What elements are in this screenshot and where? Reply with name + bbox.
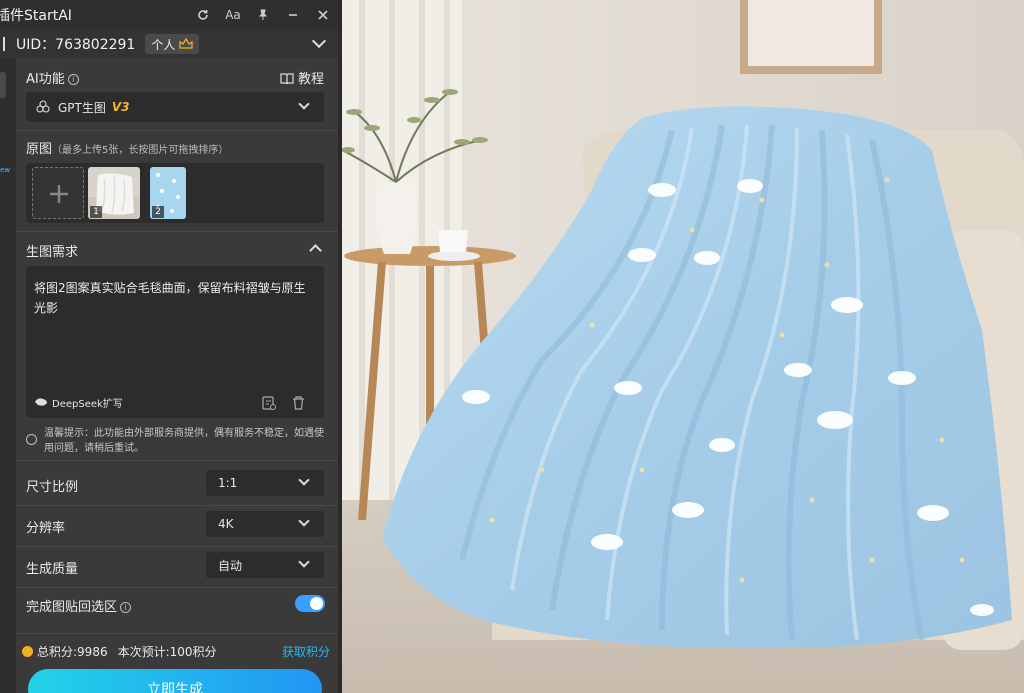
side-strip: ew — [0, 58, 16, 693]
source-image-thumb[interactable]: 1 — [88, 167, 140, 219]
pin-icon[interactable] — [248, 0, 278, 30]
source-images-area: 1 2 — [26, 163, 324, 223]
trash-icon[interactable] — [292, 396, 305, 410]
divider — [16, 460, 338, 461]
get-credits-link[interactable]: 获取积分 — [282, 643, 330, 660]
resolution-select[interactable]: 4K — [206, 511, 324, 537]
total-credits: 总积分:9986 — [37, 645, 108, 659]
chevron-down-icon — [298, 474, 310, 486]
side-tab-icon[interactable] — [0, 72, 6, 98]
panel-content: AI功能 i 教程 GPT生图 V3 原图（最多上传5张，长按图片可拖拽排序） 1 — [16, 58, 338, 693]
paste-back-toggle[interactable] — [295, 595, 325, 612]
estimated-credits: 本次预计:100积分 — [117, 645, 217, 659]
prompt-label: 生图需求 — [26, 245, 79, 260]
source-images-label: 原图（最多上传5张，长按图片可拖拽排序） — [26, 138, 228, 157]
uid-label: UID：763802291 — [16, 37, 136, 53]
font-size-button[interactable]: Aa — [218, 0, 248, 30]
close-icon[interactable] — [308, 0, 338, 30]
model-name: GPT生图 — [58, 100, 106, 115]
crown-icon — [179, 38, 193, 49]
info-icon[interactable]: i — [67, 74, 79, 85]
refresh-icon[interactable] — [188, 0, 218, 30]
divider — [16, 587, 338, 588]
account-bar: UID：763802291 个人 — [0, 30, 338, 58]
prompt-collapse-chevron-up-icon[interactable] — [309, 244, 322, 257]
quality-value: 自动 — [218, 558, 243, 573]
deepseek-expand-label: DeepSeek扩写 — [52, 398, 123, 410]
notice-text: 温馨提示：此功能由外部服务商提供，偶有服务不稳定，如遇使用问题，请稍后重试。 — [44, 428, 324, 454]
coin-icon — [22, 646, 33, 657]
resolution-value: 4K — [218, 517, 234, 531]
divider — [16, 546, 338, 547]
model-version: V3 — [111, 100, 130, 114]
source-images-hint: （最多上传5张，长按图片可拖拽排序） — [52, 145, 229, 156]
notice-info-icon — [26, 434, 37, 445]
history-icon[interactable] — [262, 396, 276, 410]
quality-select[interactable]: 自动 — [206, 552, 324, 578]
minimize-icon[interactable] — [278, 0, 308, 30]
divider — [16, 633, 338, 634]
info-icon[interactable]: i — [120, 602, 132, 613]
account-chevron-down-icon[interactable] — [311, 33, 327, 49]
whale-icon — [35, 398, 47, 406]
source-image-thumb[interactable]: 2 — [150, 167, 186, 219]
prompt-text: 将图2图案真实贴合毛毯曲面，保留布料褶皱与原生光影 — [34, 281, 306, 315]
paste-back-text: 完成图贴回选区 — [26, 600, 118, 615]
blanket-photo — [342, 0, 1024, 693]
toggle-knob — [310, 597, 323, 610]
model-select[interactable]: GPT生图 V3 — [26, 92, 324, 122]
divider — [16, 130, 338, 131]
tutorial-link[interactable]: 教程 — [280, 68, 324, 87]
aspect-ratio-select[interactable]: 1:1 — [206, 470, 324, 496]
deepseek-expand-button[interactable]: DeepSeek扩写 — [34, 393, 123, 411]
chevron-down-icon — [298, 515, 310, 527]
user-icon — [0, 37, 5, 51]
divider — [16, 505, 338, 506]
aspect-ratio-value: 1:1 — [218, 476, 238, 490]
quality-label: 生成质量 — [26, 562, 79, 577]
badge-label: 个人 — [151, 37, 176, 52]
prompt-textarea[interactable]: 将图2图案真实贴合毛毯曲面，保留布料褶皱与原生光影 DeepSeek扩写 — [26, 266, 324, 418]
canvas-image — [342, 0, 1024, 693]
book-icon — [280, 72, 294, 84]
tutorial-label: 教程 — [297, 72, 324, 87]
plugin-panel: 插件StartAI Aa UID：763802291 个人 ew AI功能i — [0, 0, 338, 693]
thumb-index: 2 — [152, 206, 164, 218]
plus-icon — [50, 185, 68, 203]
window-title: 插件StartAI — [0, 8, 72, 24]
thumb-index: 1 — [90, 206, 102, 218]
aspect-ratio-label: 尺寸比例 — [26, 480, 79, 495]
generate-button[interactable]: 立即生成 — [28, 669, 322, 693]
model-chevron-down-icon — [298, 98, 310, 110]
divider — [16, 231, 338, 232]
resolution-label: 分辨率 — [26, 521, 66, 536]
account-type-badge[interactable]: 个人 — [145, 34, 200, 54]
title-bar: 插件StartAI Aa — [0, 0, 338, 30]
chevron-down-icon — [298, 556, 310, 568]
upload-image-button[interactable] — [32, 167, 84, 219]
paste-back-label: 完成图贴回选区 i — [26, 596, 132, 615]
credits-info: 总积分:9986 本次预计:100积分 — [22, 643, 217, 660]
ai-function-text: AI功能 — [26, 72, 65, 87]
source-images-text: 原图 — [26, 142, 53, 157]
new-tag: ew — [0, 166, 11, 174]
model-icon — [36, 100, 50, 113]
ai-function-label: AI功能 i — [26, 68, 79, 87]
